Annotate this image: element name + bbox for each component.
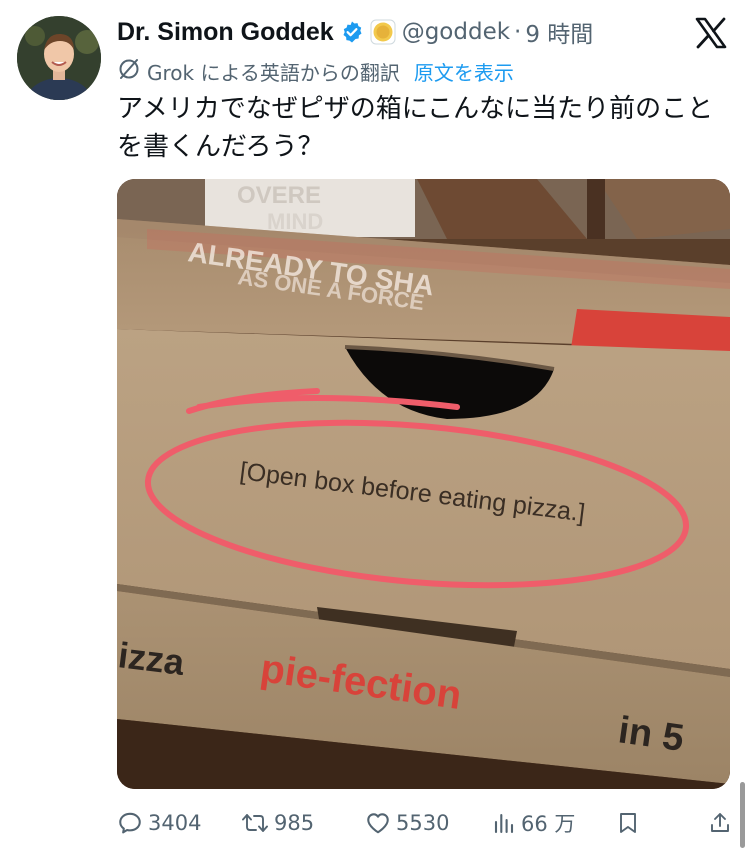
repost-icon	[242, 814, 268, 832]
avatar-image	[17, 16, 101, 100]
tweet-header: Dr. Simon Goddek @goddek · 9 時間	[117, 12, 728, 52]
verified-badge-icon	[340, 20, 364, 44]
action-bar: 3404 985 5530 66 万	[117, 806, 732, 840]
share-button[interactable]	[708, 810, 732, 836]
author-name[interactable]: Dr. Simon Goddek	[117, 18, 334, 47]
bookmark-button[interactable]	[616, 810, 696, 836]
reply-icon	[119, 812, 141, 834]
like-button[interactable]: 5530	[365, 810, 492, 836]
views-button[interactable]: 66 万	[492, 808, 616, 838]
reply-button[interactable]: 3404	[117, 810, 241, 836]
separator-dot: ·	[514, 19, 522, 45]
author-handle[interactable]: @goddek	[402, 19, 510, 45]
repost-count: 985	[274, 811, 315, 835]
repost-button[interactable]: 985	[241, 810, 365, 836]
side-text-izza: izza	[117, 634, 188, 683]
grok-icon	[117, 57, 141, 86]
bookmark-icon	[620, 813, 636, 833]
view-count: 66 万	[521, 812, 576, 836]
book-text-1: OVERE	[237, 182, 321, 209]
like-count: 5530	[396, 811, 450, 835]
tweet-image[interactable]: OVERE MIND ALREADY TO SHA AS ONE A FORCE…	[117, 179, 730, 789]
translation-row: Grok による英語からの翻訳 原文を表示	[117, 56, 514, 86]
translation-label: Grok による英語からの翻訳	[147, 60, 400, 85]
views-chart-icon	[494, 813, 514, 834]
reply-count: 3404	[148, 811, 202, 835]
heart-icon	[367, 813, 389, 834]
tweet-text: アメリカでなぜピザの箱にこんなに当たり前のことを書くんだろう？	[117, 94, 714, 162]
book-text-2: MIND	[267, 209, 323, 234]
timestamp[interactable]: 9 時間	[525, 15, 593, 49]
x-logo-icon[interactable]	[694, 16, 728, 50]
scrollbar[interactable]	[740, 782, 745, 848]
affiliate-badge-icon	[370, 19, 396, 45]
avatar[interactable]	[17, 16, 101, 100]
share-icon	[711, 813, 729, 832]
show-original-link[interactable]: 原文を表示	[414, 57, 514, 86]
